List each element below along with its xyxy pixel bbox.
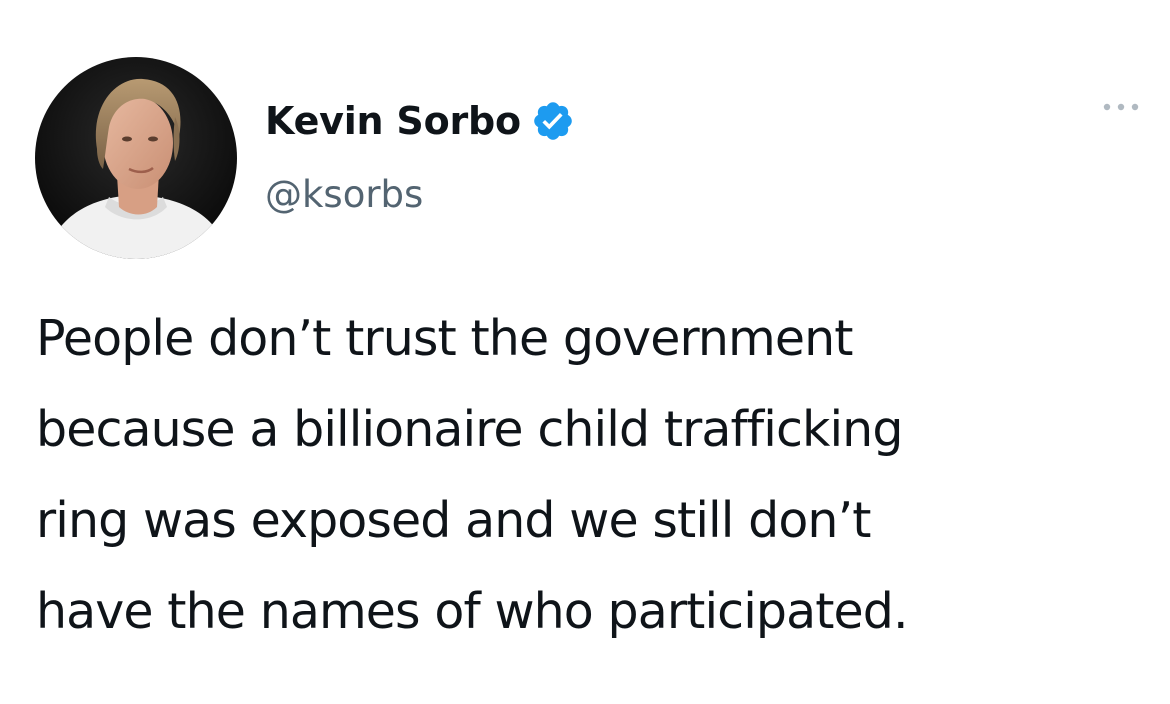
avatar-image <box>35 57 237 259</box>
tweet-text-line: have the names of who participated. <box>36 583 909 640</box>
author-handle[interactable]: @ksorbs <box>265 170 423 220</box>
avatar[interactable] <box>35 57 237 259</box>
tweet-text-line: because a billionaire child trafficking <box>36 401 903 458</box>
tweet-card: Kevin Sorbo @ksorbs People don’t trust t… <box>0 0 1170 704</box>
more-options-button[interactable] <box>1096 92 1146 122</box>
tweet-text-line: People don’t trust the government <box>36 310 854 367</box>
verified-badge-icon <box>531 99 575 143</box>
more-options-icon <box>1103 103 1139 111</box>
author-display-name[interactable]: Kevin Sorbo <box>265 96 521 146</box>
author-name-row: Kevin Sorbo <box>265 96 575 146</box>
tweet-text: People don’t trust the government becaus… <box>36 293 1164 657</box>
tweet-text-line: ring was exposed and we still don’t <box>36 492 871 549</box>
